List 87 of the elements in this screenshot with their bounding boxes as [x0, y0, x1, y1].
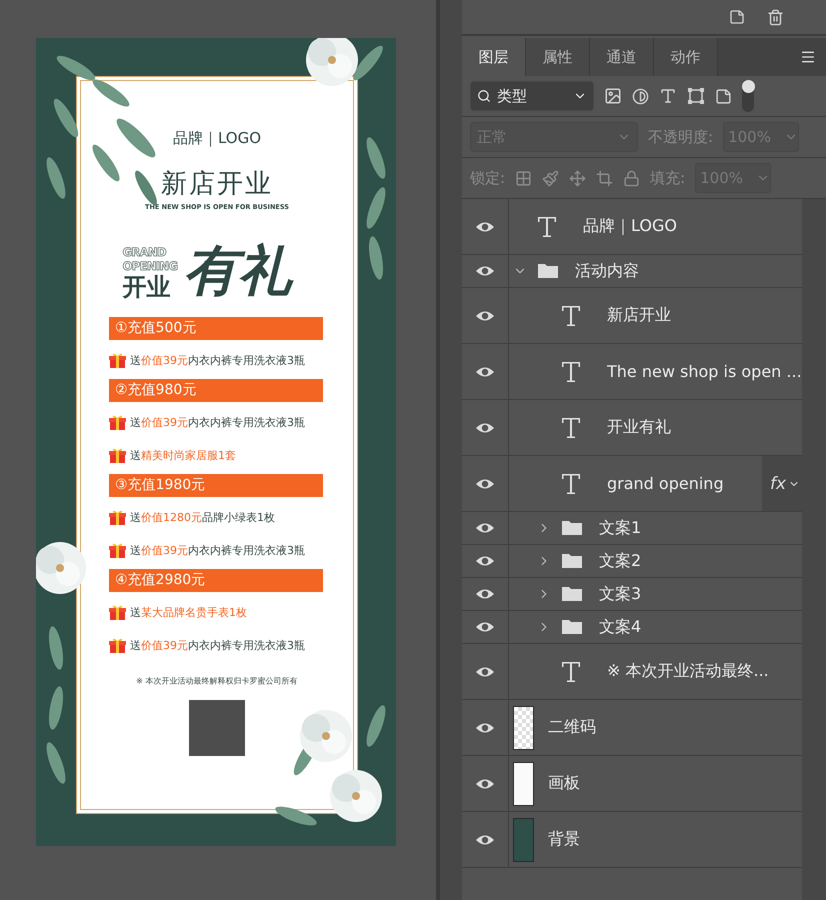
text-layer-icon	[561, 304, 581, 326]
qr-code-placeholder	[189, 700, 245, 756]
checker-icon[interactable]	[515, 170, 532, 186]
folder-icon	[561, 553, 583, 569]
filter-dropdown[interactable]: 类型	[470, 81, 594, 111]
folder-icon	[561, 619, 583, 635]
gift-text: 送某大品牌名贵手表1枚	[130, 605, 247, 620]
eye-icon[interactable]	[475, 666, 495, 678]
layer-row[interactable]: grand opening fx	[462, 456, 802, 512]
brand-logo-text: 品牌｜LOGO	[172, 129, 262, 148]
layer-row[interactable]: 二维码	[462, 700, 802, 756]
gift-text: 送价值39元内衣内裤专用洗衣液3瓶	[130, 415, 305, 430]
effects-badge[interactable]: fx	[762, 456, 802, 511]
contrast-icon[interactable]	[632, 88, 649, 104]
layer-row[interactable]: 背景	[462, 812, 802, 868]
layer-row[interactable]: 活动内容	[462, 255, 802, 288]
gift-text: 送价值1280元品牌小绿表1枚	[130, 510, 275, 525]
folder-icon	[561, 520, 583, 536]
new-layer-icon[interactable]	[729, 9, 745, 25]
lock-label: 锁定:	[470, 168, 506, 188]
gift-icon	[109, 604, 126, 621]
text-layer-icon	[561, 360, 581, 382]
gift-icon	[109, 637, 126, 654]
eye-icon[interactable]	[475, 522, 495, 534]
layer-row[interactable]: ※ 本次开业活动最终...	[462, 644, 802, 700]
eye-icon[interactable]	[475, 588, 495, 600]
text-layer-icon	[561, 660, 581, 682]
eye-icon[interactable]	[475, 834, 495, 846]
gift-icon	[109, 542, 126, 559]
headline-text: 有礼	[183, 241, 292, 301]
panel-tab[interactable]: 属性	[526, 38, 590, 76]
outline-text: OPENING	[122, 259, 178, 273]
panel-tab[interactable]: 通道	[590, 38, 654, 76]
tier-heading: ④充值2980元	[109, 569, 323, 592]
transform-icon[interactable]	[687, 87, 705, 105]
type-icon[interactable]	[659, 87, 677, 105]
outline-text: GRAND	[122, 245, 168, 259]
tier-heading: ①充值500元	[109, 317, 323, 340]
footnote-text: ※ 本次开业活动最终解释权归卡罗蜜公司所有	[136, 676, 298, 687]
eye-icon[interactable]	[475, 310, 495, 322]
gift-icon	[109, 352, 126, 369]
layer-row[interactable]: 文案2	[462, 545, 802, 578]
layer-thumbnail	[513, 818, 534, 862]
panel-tab[interactable]: 图层	[462, 38, 526, 76]
folder-icon	[537, 263, 559, 279]
gift-text: 送精美时尚家居服1套	[130, 448, 236, 463]
search-icon	[477, 89, 491, 103]
layer-thumbnail	[513, 762, 534, 806]
eye-icon[interactable]	[475, 621, 495, 633]
layer-row[interactable]: 文案3	[462, 578, 802, 611]
folder-icon	[561, 586, 583, 602]
image-icon[interactable]	[604, 87, 622, 105]
opacity-label: 不透明度:	[648, 128, 714, 146]
layer-row[interactable]: 文案1	[462, 512, 802, 545]
layer-row[interactable]: 开业有礼	[462, 400, 802, 456]
document-icon[interactable]	[715, 88, 732, 104]
eye-icon[interactable]	[475, 722, 495, 734]
eye-icon[interactable]	[475, 422, 495, 434]
layer-row[interactable]: 画板	[462, 756, 802, 812]
gift-icon	[109, 414, 126, 431]
tier-heading: ③充值1980元	[109, 474, 323, 497]
panel-tab[interactable]: 动作	[654, 38, 718, 76]
layer-thumbnail	[513, 706, 534, 750]
eye-icon[interactable]	[475, 220, 495, 232]
filter-toggle[interactable]	[742, 80, 754, 112]
trash-icon[interactable]	[767, 8, 784, 26]
eye-icon[interactable]	[475, 265, 495, 277]
poster-title: 新店开业	[161, 168, 273, 201]
eye-icon[interactable]	[475, 555, 495, 567]
layer-row[interactable]: The new shop is open ...	[462, 344, 802, 400]
gift-text: 送价值39元内衣内裤专用洗衣液3瓶	[130, 638, 305, 653]
text-layer-icon	[561, 416, 581, 438]
gift-icon	[109, 509, 126, 526]
eye-icon[interactable]	[475, 366, 495, 378]
gift-text: 送价值39元内衣内裤专用洗衣液3瓶	[130, 543, 305, 558]
layer-row[interactable]: 品牌｜LOGO	[462, 199, 802, 255]
text-layer-icon	[537, 216, 557, 238]
eye-icon[interactable]	[475, 478, 495, 490]
eye-icon[interactable]	[475, 778, 495, 790]
fill-label: 填充:	[650, 168, 686, 188]
layer-row[interactable]: 新店开业	[462, 288, 802, 344]
text-layer-icon	[561, 472, 581, 494]
gift-icon	[109, 447, 126, 464]
layer-row[interactable]: 文案4	[462, 611, 802, 644]
tier-heading: ②充值980元	[109, 379, 323, 402]
headline-text: 开业	[122, 273, 172, 301]
gift-text: 送价值39元内衣内裤专用洗衣液3瓶	[130, 353, 305, 368]
